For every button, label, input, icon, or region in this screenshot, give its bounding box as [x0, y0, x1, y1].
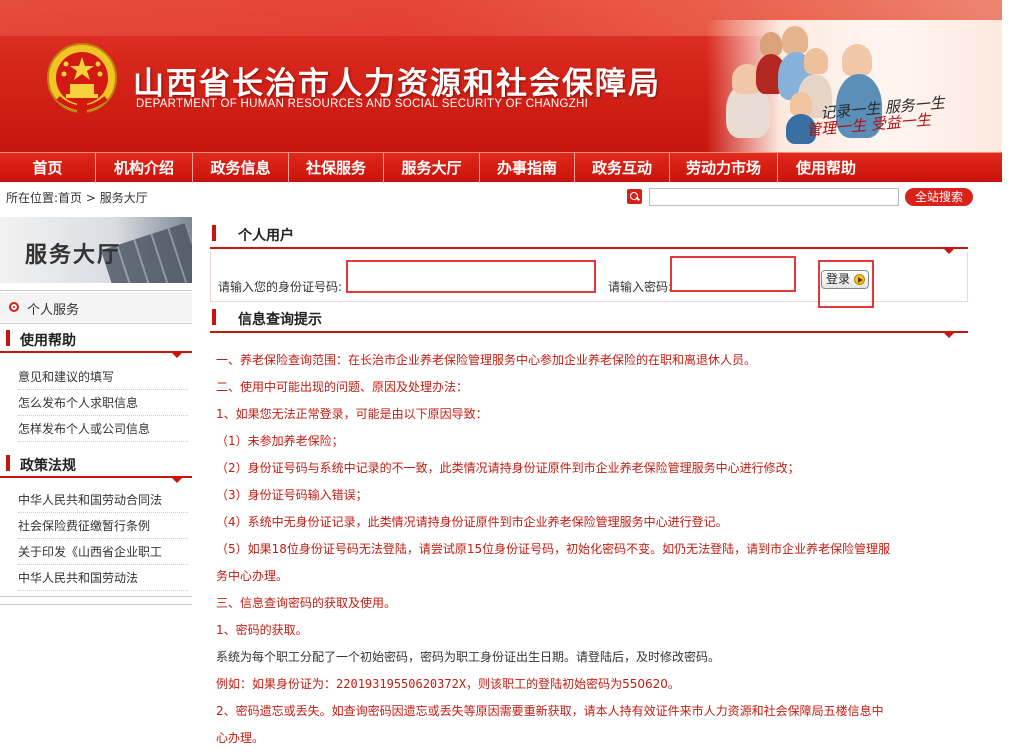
- site-title: 山西省长治市人力资源和社会保障局: [133, 66, 661, 101]
- info-line: 一、养老保险查询范围：在长治市企业养老保险管理服务中心参加企业养老保险的在职和离…: [216, 353, 757, 367]
- id-number-input[interactable]: [346, 260, 596, 293]
- nav-about[interactable]: 机构介绍: [96, 153, 193, 183]
- arrow-right-icon: [854, 274, 865, 285]
- site-banner: 山西省长治市人力资源和社会保障局 DEPARTMENT OF HUMAN RES…: [0, 0, 1002, 152]
- info-line: 务中心办理。: [216, 569, 289, 583]
- site-search-input[interactable]: [649, 188, 899, 206]
- nav-help[interactable]: 使用帮助: [778, 153, 874, 183]
- service-hall-banner: 服务大厅: [0, 217, 192, 283]
- nav-labor-market[interactable]: 劳动力市场: [670, 153, 778, 183]
- policy-link[interactable]: 中华人民共和国劳动法: [18, 565, 188, 591]
- info-line: 心办理。: [216, 731, 265, 745]
- policy-link[interactable]: 社会保险费征缴暂行条例: [18, 513, 188, 539]
- nav-interaction[interactable]: 政务互动: [575, 153, 670, 183]
- id-number-label: 请输入您的身份证号码:: [218, 280, 343, 294]
- nav-guide[interactable]: 办事指南: [480, 153, 575, 183]
- personal-user-header: 个人用户: [210, 219, 968, 254]
- nav-government-info[interactable]: 政务信息: [193, 153, 289, 183]
- sidebar-item-personal-service[interactable]: 个人服务: [0, 292, 192, 322]
- sidebar-divider: [0, 290, 192, 291]
- info-line: 1、密码的获取。: [216, 623, 308, 637]
- login-button[interactable]: 登录: [821, 270, 869, 289]
- site-subtitle: DEPARTMENT OF HUMAN RESOURCES AND SOCIAL…: [136, 98, 589, 110]
- bullet-icon: [9, 302, 19, 312]
- national-emblem-icon: [47, 43, 117, 116]
- section-marker: [212, 225, 216, 241]
- breadcrumb: 所在位置:首页 > 服务大厅: [6, 191, 148, 205]
- nav-service-hall[interactable]: 服务大厅: [384, 153, 480, 183]
- section-pointer-icon: [944, 333, 954, 338]
- nav-social-security[interactable]: 社保服务: [289, 153, 384, 183]
- info-example-line: 例如：如果身份证为：22019319550620372X，则该职工的登陆初始密码…: [216, 675, 680, 692]
- info-line: 三、信息查询密码的获取及使用。: [216, 596, 397, 610]
- personal-user-title: 个人用户: [238, 228, 294, 244]
- site-search-button[interactable]: 全站搜索: [905, 188, 973, 206]
- policy-section-title: 政策法规: [20, 458, 76, 474]
- example-suffix: ，则该职工的登陆初始密码为550620。: [466, 677, 680, 691]
- example-id-number: 22019319550620372X: [336, 677, 467, 691]
- sidebar-divider: [0, 604, 192, 605]
- info-tips-header: 信息查询提示: [210, 303, 968, 338]
- info-line: （2）身份证号码与系统中记录的不一致，此类情况请持身份证原件到市企业养老保险管理…: [216, 461, 800, 475]
- section-pointer-icon: [172, 353, 182, 358]
- service-hall-title: 服务大厅: [25, 243, 122, 268]
- info-tips-title: 信息查询提示: [238, 312, 322, 328]
- info-line: （4）系统中无身份证记录，此类情况请持身份证原件到市企业养老保险管理服务中心进行…: [216, 515, 728, 529]
- section-marker: [6, 455, 10, 471]
- help-link[interactable]: 怎么发布个人求职信息: [18, 390, 188, 416]
- info-line: 二、使用中可能出现的问题、原因及处理办法：: [216, 380, 469, 394]
- policy-section-header: 政策法规: [0, 450, 192, 483]
- section-marker: [212, 309, 216, 325]
- help-section-title: 使用帮助: [20, 333, 76, 349]
- search-icon: [627, 189, 642, 204]
- info-line: （1）未参加养老保险；: [216, 434, 344, 448]
- example-prefix: 例如：如果身份证为：: [216, 677, 337, 691]
- help-link[interactable]: 怎样发布个人或公司信息: [18, 416, 188, 442]
- sidebar-item-label: 个人服务: [27, 303, 80, 318]
- info-line: （5）如果18位身份证号码无法登陆，请尝试原15位身份证号码，初始化密码不变。如…: [216, 542, 891, 556]
- policy-link[interactable]: 中华人民共和国劳动合同法: [18, 487, 188, 513]
- section-pointer-icon: [172, 478, 182, 483]
- password-input[interactable]: [670, 256, 796, 292]
- help-link[interactable]: 意见和建议的填写: [18, 364, 188, 390]
- info-line: 系统为每个职工分配了一个初始密码，密码为职工身份证出生日期。请登陆后，及时修改密…: [216, 650, 721, 664]
- password-label: 请输入密码:: [608, 280, 673, 294]
- sidebar-divider: [0, 323, 192, 324]
- login-button-label: 登录: [826, 272, 851, 286]
- nav-home[interactable]: 首页: [0, 153, 96, 183]
- info-line: （3）身份证号码输入错误；: [216, 488, 368, 502]
- policy-link[interactable]: 关于印发《山西省企业职工: [18, 539, 188, 565]
- help-section-header: 使用帮助: [0, 325, 192, 358]
- sidebar-divider: [0, 596, 192, 597]
- main-nav: 首页 机构介绍 政务信息 社保服务 服务大厅 办事指南 政务互动 劳动力市场 使…: [0, 152, 1002, 183]
- section-marker: [6, 330, 10, 346]
- info-line: 2、密码遗忘或丢失。如查询密码因遗忘或丢失等原因需要重新获取，请本人持有效证件来…: [216, 704, 884, 718]
- info-line: 1、如果您无法正常登录，可能是由以下原因导致：: [216, 407, 488, 421]
